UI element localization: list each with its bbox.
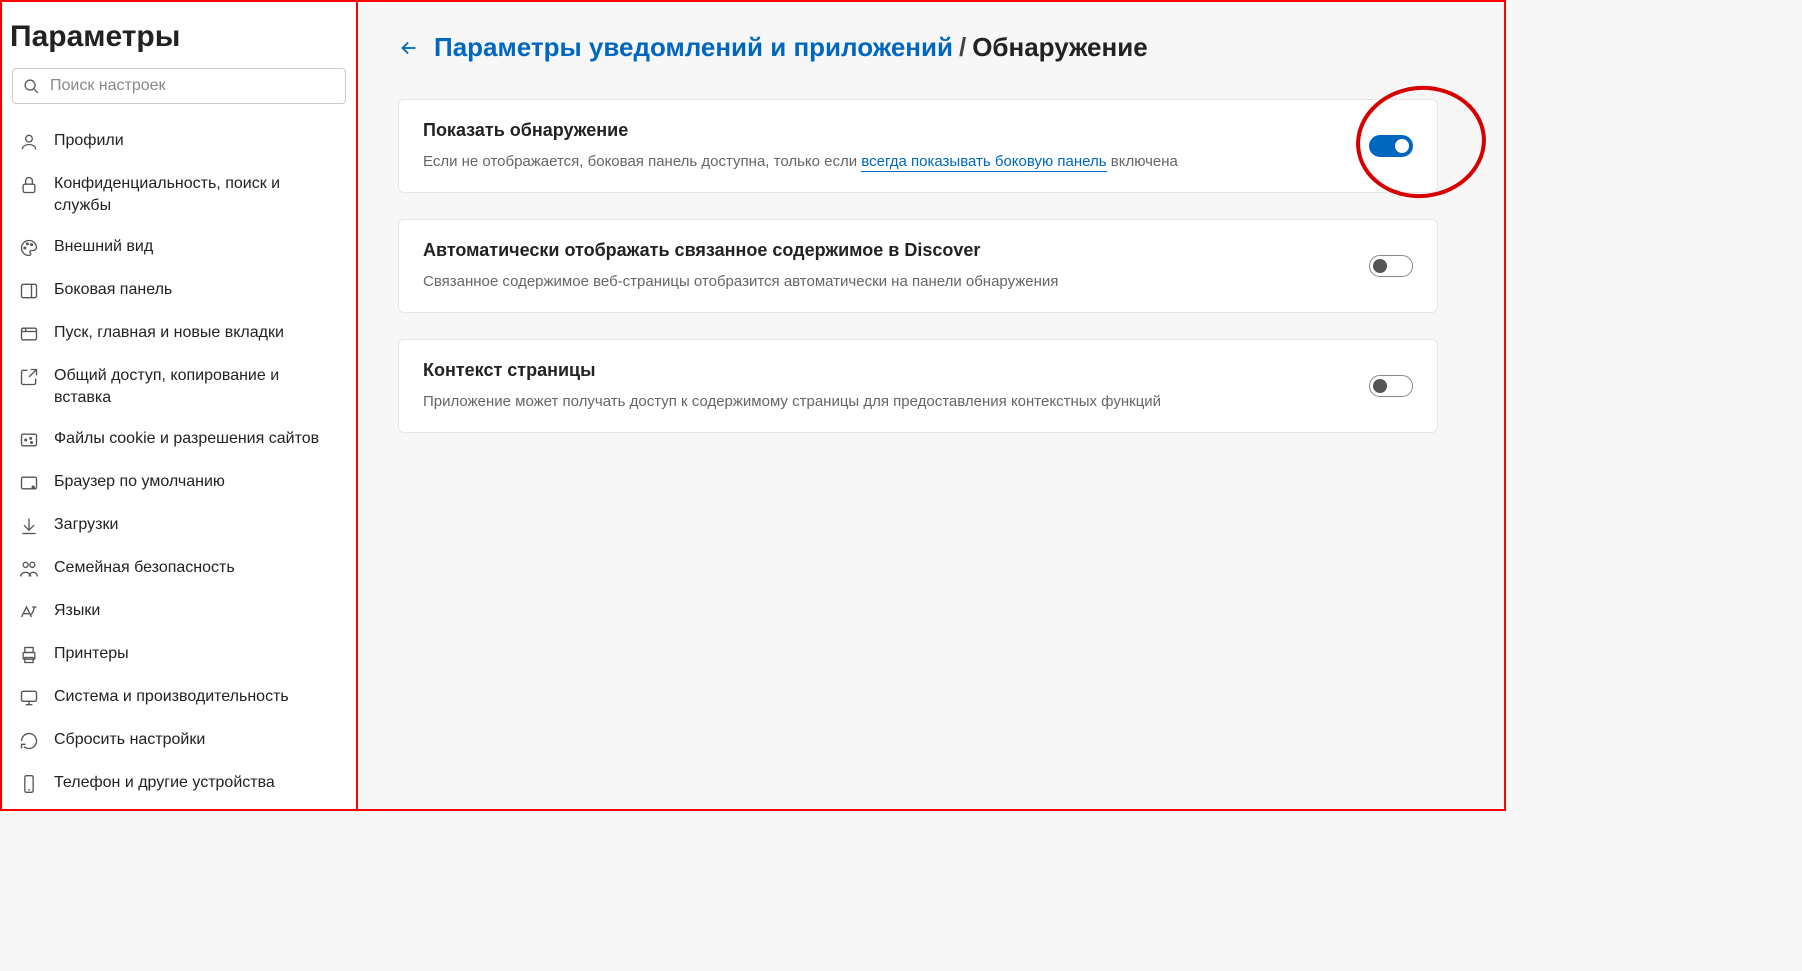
language-icon	[18, 601, 40, 623]
app-frame: Параметры Профили Конфиденциальность	[0, 0, 1506, 811]
toggle-knob	[1373, 379, 1387, 393]
sidebar-item-languages[interactable]: Языки	[12, 590, 346, 633]
sidebar-item-appearance[interactable]: Внешний вид	[12, 226, 346, 269]
back-arrow-icon[interactable]	[398, 37, 420, 59]
sidebar-title: Параметры	[2, 20, 356, 68]
sidebar-item-privacy[interactable]: Конфиденциальность, поиск и службы	[12, 163, 346, 226]
nav-list: Профили Конфиденциальность, поиск и служ…	[2, 114, 356, 805]
card-description: Связанное содержимое веб-страницы отобра…	[423, 271, 1339, 292]
sidebar-item-label: Сбросить настройки	[54, 729, 205, 751]
main-content: Параметры уведомлений и приложений / Обн…	[358, 2, 1504, 809]
breadcrumb: Параметры уведомлений и приложений / Обн…	[398, 32, 1474, 63]
sidebar-item-start-home-tabs[interactable]: Пуск, главная и новые вкладки	[12, 312, 346, 355]
search-input[interactable]	[50, 77, 335, 95]
sidebar-item-phone-devices[interactable]: Телефон и другие устройства	[12, 762, 346, 805]
toggle-show-discovery[interactable]	[1369, 135, 1413, 157]
sidebar-item-label: Файлы cookie и разрешения сайтов	[54, 428, 319, 450]
card-auto-related-content: Автоматически отображать связанное содер…	[398, 219, 1438, 313]
sidebar-item-label: Браузер по умолчанию	[54, 471, 225, 493]
toggle-page-context[interactable]	[1369, 375, 1413, 397]
card-content: Показать обнаружение Если не отображаетс…	[423, 120, 1369, 172]
search-box[interactable]	[12, 68, 346, 104]
sidebar-item-label: Система и производительность	[54, 686, 289, 708]
search-icon	[23, 78, 40, 95]
breadcrumb-current: Обнаружение	[972, 32, 1147, 63]
always-show-sidebar-link[interactable]: всегда показывать боковую панель	[861, 153, 1106, 172]
sidebar-item-label: Загрузки	[54, 514, 118, 536]
toggle-knob	[1373, 259, 1387, 273]
sidebar-item-label: Языки	[54, 600, 100, 622]
sidebar-item-printers[interactable]: Принтеры	[12, 633, 346, 676]
toggle-auto-related-content[interactable]	[1369, 255, 1413, 277]
settings-cards: Показать обнаружение Если не отображаетс…	[398, 99, 1438, 433]
sidebar-icon	[18, 280, 40, 302]
sidebar-item-system[interactable]: Система и производительность	[12, 676, 346, 719]
download-icon	[18, 515, 40, 537]
profile-icon	[18, 131, 40, 153]
sidebar-item-label: Профили	[54, 130, 124, 152]
sidebar-item-label: Телефон и другие устройства	[54, 772, 275, 794]
lock-icon	[18, 174, 40, 196]
card-page-context: Контекст страницы Приложение может получ…	[398, 339, 1438, 433]
sidebar-item-sidebar[interactable]: Боковая панель	[12, 269, 346, 312]
card-content: Контекст страницы Приложение может получ…	[423, 360, 1369, 412]
sidebar-item-profiles[interactable]: Профили	[12, 120, 346, 163]
sidebar-item-reset[interactable]: Сбросить настройки	[12, 719, 346, 762]
share-icon	[18, 366, 40, 388]
sidebar-item-label: Внешний вид	[54, 236, 153, 258]
card-description: Приложение может получать доступ к содер…	[423, 391, 1339, 412]
card-show-discovery: Показать обнаружение Если не отображаетс…	[398, 99, 1438, 193]
palette-icon	[18, 237, 40, 259]
sidebar-item-label: Общий доступ, копирование и вставка	[54, 365, 340, 408]
settings-sidebar: Параметры Профили Конфиденциальность	[2, 2, 358, 809]
breadcrumb-separator: /	[959, 32, 966, 63]
sidebar-item-label: Семейная безопасность	[54, 557, 235, 579]
sidebar-item-cookies[interactable]: Файлы cookie и разрешения сайтов	[12, 418, 346, 461]
card-description: Если не отображается, боковая панель дос…	[423, 151, 1339, 172]
breadcrumb-parent-link[interactable]: Параметры уведомлений и приложений	[434, 32, 953, 63]
sidebar-item-label: Боковая панель	[54, 279, 172, 301]
card-title: Автоматически отображать связанное содер…	[423, 240, 1339, 261]
family-icon	[18, 558, 40, 580]
sidebar-item-share-copy-paste[interactable]: Общий доступ, копирование и вставка	[12, 355, 346, 418]
sidebar-item-family[interactable]: Семейная безопасность	[12, 547, 346, 590]
sidebar-item-label: Конфиденциальность, поиск и службы	[54, 173, 340, 216]
card-desc-prefix: Если не отображается, боковая панель дос…	[423, 153, 861, 170]
sidebar-item-downloads[interactable]: Загрузки	[12, 504, 346, 547]
search-wrapper	[2, 68, 356, 114]
cookie-icon	[18, 429, 40, 451]
card-title: Показать обнаружение	[423, 120, 1339, 141]
card-desc-suffix: включена	[1107, 153, 1178, 170]
sidebar-item-default-browser[interactable]: Браузер по умолчанию	[12, 461, 346, 504]
phone-icon	[18, 773, 40, 795]
system-icon	[18, 687, 40, 709]
printer-icon	[18, 644, 40, 666]
card-content: Автоматически отображать связанное содер…	[423, 240, 1369, 292]
tab-icon	[18, 323, 40, 345]
reset-icon	[18, 730, 40, 752]
sidebar-item-label: Принтеры	[54, 643, 129, 665]
browser-icon	[18, 472, 40, 494]
toggle-knob	[1395, 139, 1409, 153]
card-title: Контекст страницы	[423, 360, 1339, 381]
sidebar-item-label: Пуск, главная и новые вкладки	[54, 322, 284, 344]
